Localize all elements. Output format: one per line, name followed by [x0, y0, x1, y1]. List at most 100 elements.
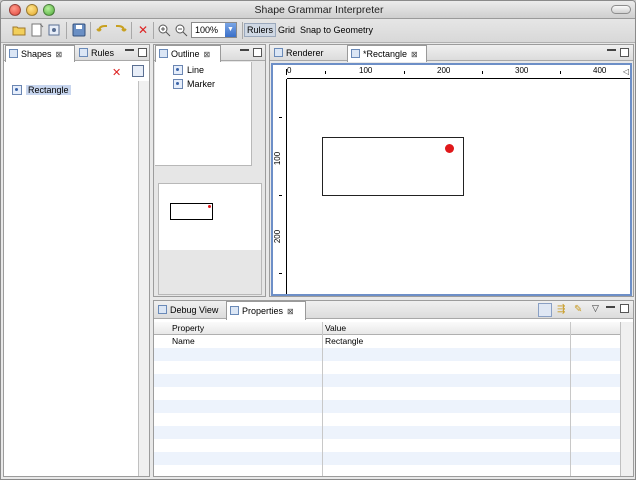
- outline-tab-icon: [159, 49, 168, 58]
- property-name-cell: Name: [172, 336, 195, 346]
- view-menu-icon[interactable]: ▽: [592, 303, 599, 314]
- zoom-select[interactable]: 100% ▼: [191, 22, 237, 38]
- properties-header: Property Value: [154, 322, 620, 335]
- tab-renderer-label: Renderer: [286, 48, 324, 58]
- add-shape-icon[interactable]: [132, 65, 144, 77]
- zoom-out-icon[interactable]: [173, 22, 189, 38]
- remove-shape-icon[interactable]: ✕: [112, 66, 121, 79]
- properties-scrollbar[interactable]: [620, 322, 633, 476]
- minimize-view-icon[interactable]: [240, 49, 249, 51]
- debug-tab-icon: [158, 305, 167, 314]
- table-row[interactable]: Name Rectangle: [154, 335, 620, 348]
- shape-canvas[interactable]: [288, 80, 630, 294]
- table-row: [154, 452, 620, 465]
- table-row: [154, 465, 620, 478]
- grid-toggle[interactable]: Grid: [278, 25, 295, 35]
- tab-debug-label: Debug View: [170, 305, 219, 315]
- undo-icon[interactable]: [95, 22, 111, 38]
- overview-marker: [208, 205, 211, 208]
- snap-to-geometry-toggle[interactable]: Snap to Geometry: [300, 25, 373, 35]
- new-shape-icon[interactable]: [46, 22, 62, 38]
- maximize-view-icon[interactable]: [620, 304, 629, 313]
- shape-item-label: Rectangle: [26, 85, 71, 95]
- table-row: [154, 400, 620, 413]
- table-row: [154, 426, 620, 439]
- ruler-label-v: 100: [273, 151, 283, 166]
- ruler-tick: [404, 71, 405, 74]
- zoom-select-value: 100%: [195, 25, 219, 35]
- restore-default-icon[interactable]: ✎: [574, 304, 586, 316]
- ruler-label-h: 300: [515, 66, 529, 75]
- title-bar: Shape Grammar Interpreter: [1, 1, 635, 19]
- maximize-view-icon[interactable]: [138, 48, 147, 57]
- shapes-view-tabbar: Shapes ⊠ Rules: [4, 45, 149, 62]
- tab-shapes[interactable]: Shapes ⊠: [5, 45, 75, 62]
- save-icon[interactable]: [71, 22, 87, 38]
- ruler-scroll-left-icon[interactable]: ◁: [623, 67, 629, 76]
- column-header-value[interactable]: Value: [325, 322, 346, 335]
- minimize-view-icon[interactable]: [607, 49, 616, 51]
- maximize-view-icon[interactable]: [253, 48, 262, 57]
- tab-rectangle[interactable]: *Rectangle ⊠: [347, 45, 427, 62]
- rectangle-tab-icon: [351, 49, 360, 58]
- delete-icon[interactable]: ✕: [135, 22, 151, 38]
- ruler-label-h: 400: [593, 66, 607, 75]
- close-icon[interactable]: ⊠: [287, 307, 294, 316]
- close-icon[interactable]: ⊠: [204, 50, 211, 59]
- advanced-properties-icon[interactable]: ⇶: [557, 304, 569, 316]
- minimize-view-icon[interactable]: [606, 306, 615, 308]
- list-item[interactable]: Line: [173, 64, 204, 76]
- outline-view-tabbar: Outline ⊠: [154, 45, 265, 62]
- tab-rules[interactable]: Rules: [76, 45, 124, 61]
- minimize-view-icon[interactable]: [125, 49, 134, 51]
- shapes-tab-icon: [9, 49, 18, 58]
- ruler-label-h: 100: [359, 66, 373, 75]
- toolbar-separator: [90, 22, 91, 39]
- tab-renderer[interactable]: Renderer: [271, 45, 345, 61]
- new-file-icon[interactable]: [29, 22, 45, 38]
- redo-icon[interactable]: [112, 22, 128, 38]
- categories-toggle-icon[interactable]: [538, 303, 552, 317]
- toolbar-separator: [153, 22, 154, 39]
- shape-icon: [12, 85, 22, 95]
- outline-item-label: Marker: [187, 79, 216, 89]
- tab-rules-label: Rules: [91, 48, 115, 58]
- chevron-down-icon: ▼: [225, 23, 236, 37]
- table-row: [154, 348, 620, 361]
- shapes-scrollbar[interactable]: [138, 81, 149, 476]
- marker-icon: [173, 79, 183, 89]
- open-folder-icon[interactable]: [11, 22, 27, 38]
- zoom-in-icon[interactable]: [156, 22, 172, 38]
- tab-outline[interactable]: Outline ⊠: [155, 45, 221, 62]
- editor-tabbar: Renderer *Rectangle ⊠: [270, 45, 633, 62]
- list-item[interactable]: Marker: [173, 78, 215, 90]
- column-divider: [570, 322, 571, 476]
- rectangle-shape[interactable]: [322, 137, 464, 196]
- table-row: [154, 413, 620, 426]
- toolbar-separator: [242, 22, 243, 39]
- tab-properties[interactable]: Properties ⊠: [226, 301, 306, 320]
- marker-shape[interactable]: [445, 144, 454, 153]
- tab-debug-view[interactable]: Debug View: [155, 301, 225, 319]
- canvas-frame: 0 100 200 300 400 ◁ 100 200: [271, 63, 632, 296]
- editor-area: Renderer *Rectangle ⊠ 0 100 200 300 400 ◁: [269, 44, 634, 297]
- column-header-property[interactable]: Property: [172, 322, 204, 335]
- properties-view: Debug View Properties ⊠ ⇶ ✎ ▽ Property Va…: [153, 300, 634, 477]
- close-icon[interactable]: ⊠: [56, 50, 63, 59]
- ruler-tick: [560, 71, 561, 74]
- table-row: [154, 439, 620, 452]
- ruler-tick: [279, 195, 282, 196]
- maximize-view-icon[interactable]: [620, 48, 629, 57]
- table-row: [154, 374, 620, 387]
- rulers-toggle[interactable]: Rulers: [244, 23, 277, 37]
- table-row: [154, 361, 620, 374]
- close-icon[interactable]: ⊠: [411, 50, 418, 59]
- overview-shade: [159, 250, 261, 294]
- property-value-cell[interactable]: Rectangle: [325, 335, 363, 348]
- toolbar-toggle-button[interactable]: [611, 5, 631, 14]
- window-title: Shape Grammar Interpreter: [254, 4, 384, 16]
- list-item[interactable]: Rectangle: [12, 84, 71, 96]
- overview-thumbnail[interactable]: [158, 183, 262, 295]
- column-divider: [322, 322, 323, 476]
- overview-rectangle: [170, 203, 213, 220]
